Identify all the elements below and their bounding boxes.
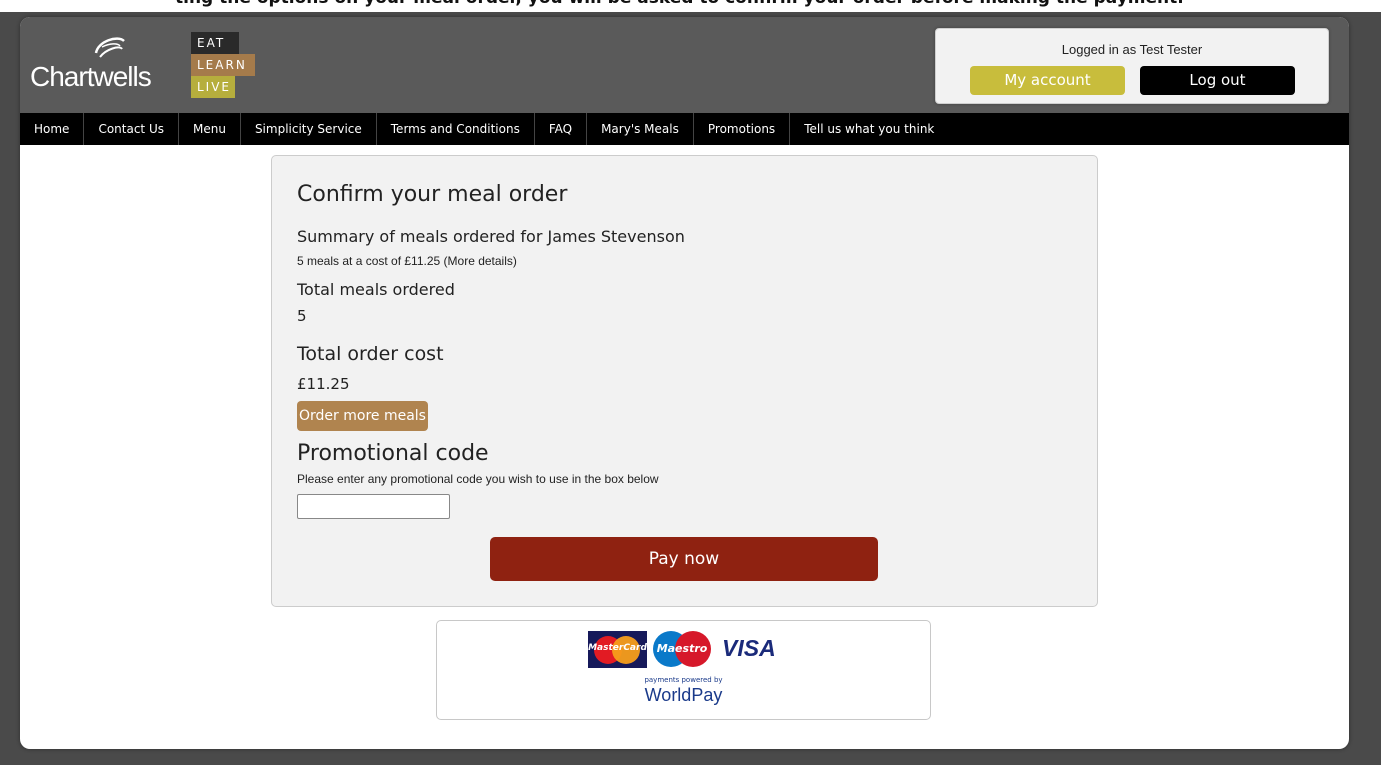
tagline-learn: LEARN [191, 54, 255, 76]
my-account-button[interactable]: My account [970, 66, 1125, 95]
tagline-eat: EAT [191, 32, 239, 54]
maestro-text: Maestro [656, 642, 708, 655]
total-cost-value: £11.25 [297, 375, 350, 393]
account-box: Logged in as Test Tester My account Log … [935, 28, 1329, 104]
top-cut-banner: ting the options on your meal order, you… [0, 0, 1381, 12]
main-nav: Home Contact Us Menu Simplicity Service … [20, 113, 1349, 145]
promo-code-input[interactable] [297, 494, 450, 519]
visa-logo: VISA [722, 635, 776, 661]
summary-title: Summary of meals ordered for James Steve… [297, 227, 685, 246]
summary-detail-link[interactable]: 5 meals at a cost of £11.25 (More detail… [297, 254, 517, 268]
nav-faq[interactable]: FAQ [535, 113, 588, 145]
nav-marys-meals[interactable]: Mary's Meals [587, 113, 694, 145]
promo-code-help: Please enter any promotional code you wi… [297, 472, 659, 486]
promo-code-title: Promotional code [297, 441, 489, 466]
nav-simplicity-service[interactable]: Simplicity Service [241, 113, 377, 145]
order-more-meals-button[interactable]: Order more meals [297, 401, 428, 431]
chartwells-logo[interactable]: Chartwells [30, 35, 170, 95]
page-title: Confirm your meal order [297, 182, 568, 207]
nav-home[interactable]: Home [20, 113, 85, 145]
nav-feedback[interactable]: Tell us what you think [790, 113, 948, 145]
maestro-logo: Maestro [653, 631, 711, 668]
powered-by-text: payments powered by [644, 676, 723, 684]
card-logos: MasterCard Maestro VISA [588, 631, 788, 669]
nav-promotions[interactable]: Promotions [694, 113, 791, 145]
order-panel: Confirm your meal order Summary of meals… [271, 155, 1098, 607]
tagline-block: EAT LEARN LIVE [191, 32, 255, 98]
pay-now-button[interactable]: Pay now [490, 537, 878, 581]
tagline-live: LIVE [191, 76, 235, 98]
nav-menu[interactable]: Menu [179, 113, 241, 145]
nav-contact-us[interactable]: Contact Us [84, 113, 179, 145]
logged-in-text: Logged in as Test Tester [1061, 42, 1203, 57]
site-header: Chartwells EAT LEARN LIVE Logged in as T… [20, 17, 1349, 113]
total-meals-label: Total meals ordered [297, 280, 455, 299]
mastercard-logo: MasterCard [588, 631, 647, 668]
logo-wordmark: Chartwells [30, 61, 152, 92]
total-cost-label: Total order cost [297, 343, 444, 365]
mastercard-text: MasterCard [588, 643, 647, 653]
swoosh-icon [94, 37, 125, 58]
total-meals-value: 5 [297, 307, 307, 325]
payment-methods: MasterCard Maestro VISA payments powered… [436, 620, 931, 720]
page-frame: Chartwells EAT LEARN LIVE Logged in as T… [20, 17, 1349, 749]
nav-terms[interactable]: Terms and Conditions [377, 113, 535, 145]
logout-button[interactable]: Log out [1140, 66, 1295, 95]
top-cut-text: ting the options on your meal order, you… [175, 0, 1184, 8]
worldpay-logo: WorldPay [644, 685, 723, 705]
